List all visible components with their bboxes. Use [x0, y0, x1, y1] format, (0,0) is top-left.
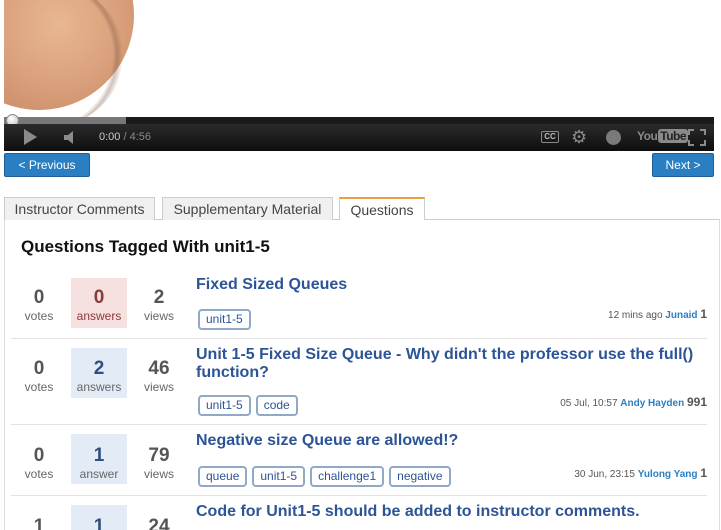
- video-controls: 0:00 / 4:56 CC ⚙ You Tube: [4, 124, 714, 151]
- fullscreen-icon[interactable]: [688, 129, 706, 146]
- youtube-logo[interactable]: You Tube: [637, 129, 689, 144]
- play-icon[interactable]: [24, 129, 37, 145]
- question-item: 0 votes 0 answers 2 views Fixed Sized Qu…: [11, 276, 707, 339]
- tag[interactable]: unit1-5: [252, 466, 306, 487]
- video-frame[interactable]: [4, 0, 714, 117]
- votes-stat: 0 votes: [24, 287, 54, 323]
- answers-stat: 0 answers: [71, 278, 127, 328]
- tab-instructor-comments[interactable]: Instructor Comments: [4, 197, 155, 220]
- next-button[interactable]: Next >: [652, 153, 714, 177]
- question-item: 1 votes 1 answer 24 views Code for Unit1…: [11, 496, 707, 530]
- volume-icon[interactable]: [64, 131, 78, 144]
- answers-stat: 2 answers: [71, 348, 127, 398]
- views-stat: 46 views: [143, 358, 174, 394]
- votes-stat: 1 votes: [33, 516, 45, 530]
- views-stat: 24 views: [148, 516, 170, 530]
- tab-supplementary-material[interactable]: Supplementary Material: [162, 197, 333, 220]
- views-stat: 2 views: [143, 287, 174, 323]
- tag[interactable]: queue: [198, 466, 248, 487]
- panel-title: Questions Tagged With unit1-5: [21, 237, 270, 256]
- video-progress-bar[interactable]: [4, 114, 714, 127]
- watch-later-icon[interactable]: [606, 130, 621, 145]
- question-meta: 05 Jul, 10:57 Andy Hayden 991: [560, 395, 707, 409]
- tag-list: unit1-5 code: [198, 395, 298, 416]
- user-reputation: 1: [700, 307, 707, 321]
- question-time: 30 Jun, 23:15: [574, 469, 635, 480]
- time-separator: /: [120, 131, 130, 143]
- tab-bar: Instructor Comments Supplementary Materi…: [4, 197, 720, 221]
- tag[interactable]: challenge1: [310, 466, 385, 487]
- tab-questions[interactable]: Questions: [339, 197, 425, 221]
- question-user[interactable]: Andy Hayden: [620, 398, 684, 409]
- question-title[interactable]: Negative size Queue are allowed!?: [196, 432, 696, 450]
- tag[interactable]: unit1-5: [198, 309, 251, 330]
- captions-icon[interactable]: CC: [541, 131, 559, 143]
- tag[interactable]: unit1-5: [198, 395, 251, 416]
- question-meta: 12 mins ago Junaid 1: [608, 307, 707, 321]
- video-loaded-bar: [4, 117, 126, 124]
- current-time: 0:00: [99, 131, 121, 143]
- user-reputation: 1: [700, 466, 707, 480]
- tag-list: unit1-5: [198, 309, 251, 330]
- question-title[interactable]: Code for Unit1-5 should be added to inst…: [196, 503, 696, 521]
- votes-stat: 0 votes: [24, 358, 54, 394]
- question-title[interactable]: Fixed Sized Queues: [196, 276, 696, 294]
- votes-stat: 0 votes: [24, 445, 54, 481]
- question-item: 0 votes 1 answer 79 views Negative size …: [11, 425, 707, 496]
- views-stat: 79 views: [143, 445, 174, 481]
- question-user[interactable]: Yulong Yang: [638, 469, 698, 480]
- questions-panel: Questions Tagged With unit1-5 0 votes 0 …: [4, 220, 720, 530]
- tag[interactable]: negative: [389, 466, 451, 487]
- video-player[interactable]: 0:00 / 4:56 CC ⚙ You Tube: [4, 0, 714, 151]
- question-meta: 30 Jun, 23:15 Yulong Yang 1: [574, 466, 707, 480]
- tag[interactable]: code: [255, 395, 298, 416]
- user-reputation: 991: [686, 395, 707, 409]
- duration: 4:56: [129, 131, 152, 143]
- answers-stat: 1 answer: [71, 505, 127, 530]
- question-time: 05 Jul, 10:57: [560, 398, 618, 409]
- gear-icon[interactable]: ⚙: [571, 128, 589, 146]
- question-item: 0 votes 2 answers 46 views Unit 1-5 Fixe…: [11, 339, 707, 425]
- question-time: 12 mins ago: [608, 310, 663, 321]
- video-time-display: 0:00 / 4:56: [99, 130, 151, 145]
- tag-list: queue unit1-5 challenge1 negative: [198, 466, 451, 487]
- question-user[interactable]: Junaid: [665, 310, 697, 321]
- answers-stat: 1 answer: [71, 434, 127, 484]
- previous-button[interactable]: < Previous: [4, 153, 90, 177]
- question-title[interactable]: Unit 1-5 Fixed Size Queue - Why didn't t…: [196, 346, 696, 382]
